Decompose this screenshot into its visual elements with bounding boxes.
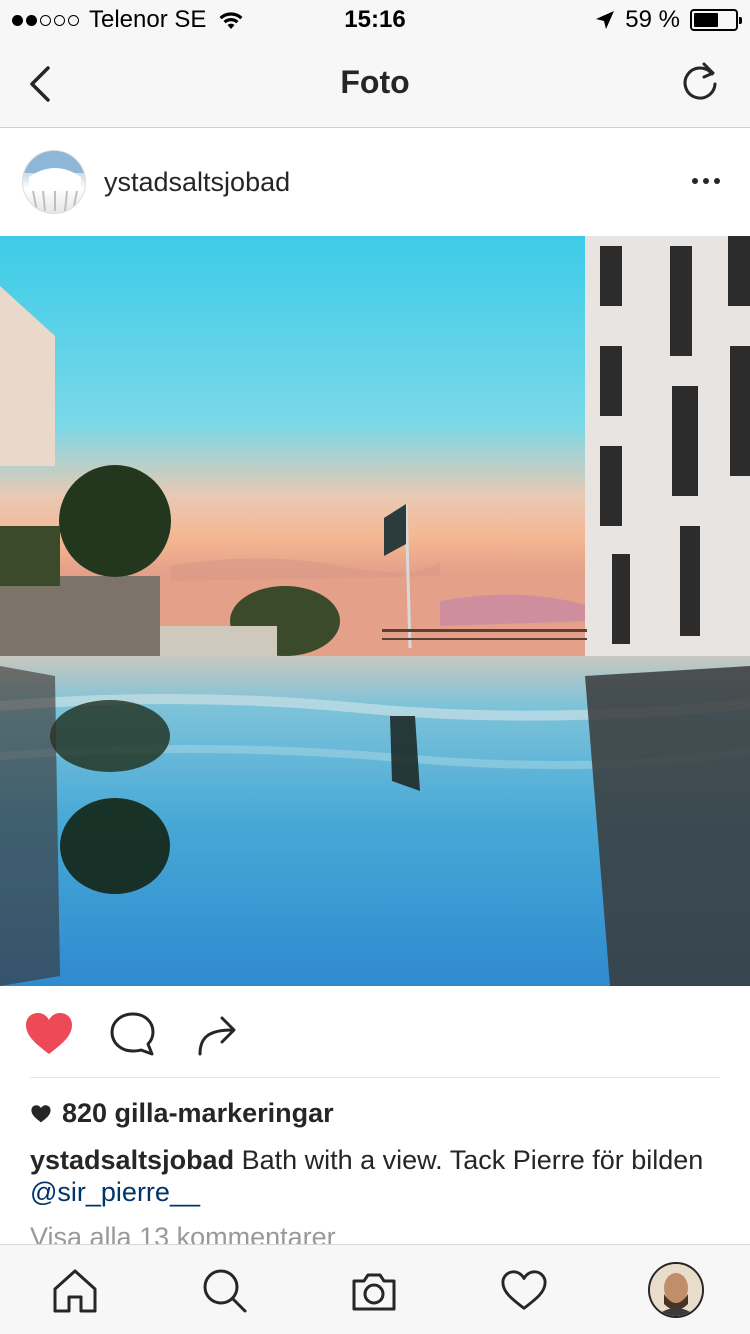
refresh-icon[interactable]: [678, 60, 722, 104]
post-header: ystadsaltsjobad: [0, 129, 750, 235]
post-caption: ystadsaltsjobad Bath with a view. Tack P…: [30, 1144, 720, 1208]
status-right: 59 %: [595, 6, 742, 34]
post-actions: [0, 986, 750, 1078]
camera-icon[interactable]: [350, 1267, 398, 1315]
location-arrow-icon: [596, 11, 615, 29]
post-username[interactable]: ystadsaltsjobad: [104, 167, 290, 198]
caption-text: Bath with a view. Tack Pierre för bilden: [234, 1145, 704, 1175]
caption-username[interactable]: ystadsaltsjobad: [30, 1145, 234, 1175]
caption-mention[interactable]: @sir_pierre__: [30, 1177, 200, 1207]
heart-small-icon: [31, 1104, 51, 1122]
page-title: Foto: [340, 64, 410, 100]
more-horizontal-icon[interactable]: [690, 169, 722, 193]
post-photo[interactable]: [0, 236, 750, 986]
navigation-bar: Foto: [0, 40, 750, 128]
battery-level: [694, 13, 718, 27]
comment-icon[interactable]: [108, 1010, 158, 1058]
status-bar: Telenor SE 15:16 59 %: [0, 0, 750, 40]
profile-avatar-image: [650, 1264, 702, 1316]
tab-bar: [0, 1244, 750, 1334]
profile-avatar[interactable]: [648, 1262, 704, 1318]
search-icon[interactable]: [200, 1267, 248, 1315]
battery-icon: [690, 9, 742, 31]
heart-icon[interactable]: [500, 1267, 548, 1315]
avatar[interactable]: [22, 150, 86, 214]
battery-percent: 59 %: [625, 6, 680, 33]
home-icon[interactable]: [51, 1267, 99, 1315]
heart-filled-icon[interactable]: [24, 1010, 74, 1058]
avatar-image: [23, 151, 85, 212]
actions-divider: [30, 1077, 720, 1078]
view-all-comments-link[interactable]: Visa alla 13 kommentarer: [30, 1222, 336, 1244]
likes-count[interactable]: 820 gilla-markeringar: [30, 1098, 334, 1129]
share-icon[interactable]: [194, 1010, 244, 1058]
likes-text: 820 gilla-markeringar: [62, 1098, 334, 1128]
photo-scene: [0, 236, 750, 986]
